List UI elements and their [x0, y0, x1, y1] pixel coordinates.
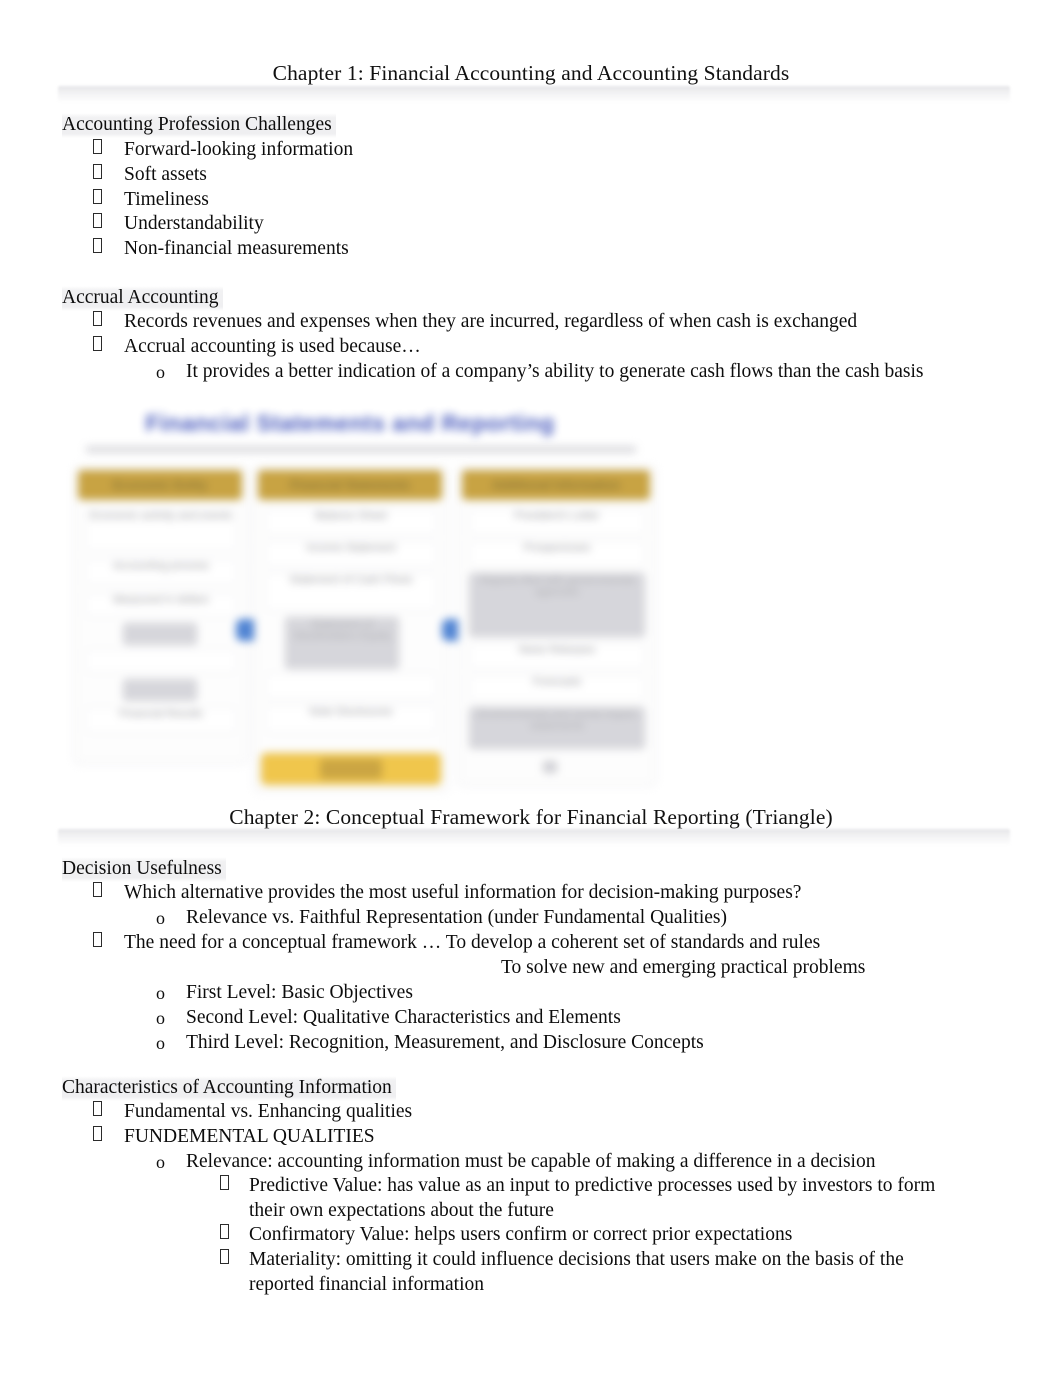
bullet-glyph: [93, 931, 102, 956]
diagram-column-caption: Additional Information: [462, 470, 650, 500]
bullet-text: Non-financial measurements: [124, 238, 349, 259]
bullet-text: Forward-looking information: [124, 139, 354, 160]
diagram-box: News Releases: [469, 643, 645, 669]
diagram-box: Measured in dollars: [85, 593, 237, 617]
sub-bullet-glyph: o: [156, 908, 165, 928]
bullet-text: The need for a conceptual framework … To…: [124, 932, 821, 953]
diagram-column-caption: Economic Entity: [78, 470, 242, 500]
diagram-box: Economic activity and events: [85, 509, 237, 551]
diagram-box: Financial Results: [85, 707, 237, 733]
diagram-box: [265, 673, 437, 699]
diagram-footer-mark: [543, 761, 557, 773]
bullet-text: Which alternative provides the most usef…: [124, 882, 802, 903]
diagram-box: Accounting process: [85, 559, 237, 585]
sub-bullet-text: Second Level: Qualitative Characteristic…: [186, 1007, 621, 1028]
diagram-title: Financial Statements and Reporting: [145, 410, 555, 436]
third-level-glyph: [220, 1248, 229, 1273]
header-title-chapter-1: Chapter 1: Financial Accounting and Acco…: [272, 61, 790, 85]
bullet-glyph: [93, 1125, 102, 1150]
third-level-text: Predictive Value: has value as an input …: [249, 1175, 936, 1221]
section-heading-accounting-profession-challenges: Accounting Profession Challenges: [62, 113, 336, 138]
third-level-glyph: [220, 1174, 229, 1199]
diagram-box: Balance Sheet: [265, 509, 437, 535]
bullet-glyph: [93, 237, 102, 262]
third-level-glyph: [220, 1223, 229, 1248]
bullet-text: Accrual accounting is used because…: [124, 336, 421, 357]
bullet-glyph: [93, 163, 102, 188]
bullet-glyph: [93, 881, 102, 906]
diagram-box: Prospectuses: [469, 541, 645, 567]
section-heading-decision-usefulness: Decision Usefulness: [62, 857, 226, 882]
diagram-gaap-bar: [261, 753, 441, 785]
third-level-text: Materiality: omitting it could influence…: [249, 1249, 904, 1295]
financial-statements-and-reporting-diagram: Financial Statements and Reporting Econo…: [58, 404, 676, 794]
diagram-title-rule: [86, 446, 636, 453]
bullet-text-continuation: To solve new and emerging practical prob…: [501, 957, 866, 978]
diagram-column-financial-statements: Financial Statements Balance Sheet Incom…: [254, 466, 448, 792]
diagram-column-caption: Financial Statements: [258, 470, 442, 500]
bullet-glyph: [93, 310, 102, 335]
sub-bullet-text: It provides a better indication of a com…: [186, 361, 924, 382]
sub-bullet-glyph: o: [156, 362, 165, 382]
diagram-column-economic-entity: Economic Entity Economic activity and ev…: [74, 466, 248, 764]
diagram-box: Income Statement: [265, 541, 437, 567]
bullet-glyph: [93, 335, 102, 360]
diagram-box: Environmental and social impact statemen…: [469, 707, 645, 749]
bullet-glyph: [93, 212, 102, 237]
bullet-text: Understandability: [124, 213, 264, 234]
diagram-box: Statement of Cash Flows: [265, 573, 437, 611]
diagram-box: [85, 649, 237, 673]
diagram-column-additional-information: Additional Information President's Lette…: [458, 466, 656, 786]
diagram-gaap-label: [320, 759, 382, 779]
sub-bullet-text: Relevance: accounting information must b…: [186, 1151, 876, 1172]
bullet-glyph: [93, 1100, 102, 1125]
sub-bullet-text: First Level: Basic Objectives: [186, 982, 413, 1003]
bullet-text: Timeliness: [124, 189, 209, 210]
diagram-connector-block: [123, 623, 197, 645]
sub-bullet-text: Third Level: Recognition, Measurement, a…: [186, 1032, 704, 1053]
header-title-chapter-2: Chapter 2: Conceptual Framework for Fina…: [229, 805, 833, 829]
bullet-text: Records revenues and expenses when they …: [124, 311, 858, 332]
diagram-box: Forecasts: [469, 675, 645, 701]
sub-bullet-text: Relevance vs. Faithful Representation (u…: [186, 907, 727, 928]
header-separator-band-2: [58, 829, 1010, 845]
sub-bullet-glyph: o: [156, 1008, 165, 1028]
document-page: Chapter 1: Financial Accounting and Acco…: [0, 0, 1062, 1377]
bullet-glyph: [93, 188, 102, 213]
third-level-text: Confirmatory Value: helps users confirm …: [249, 1224, 793, 1245]
diagram-box: President's Letter: [469, 509, 645, 535]
bullet-text: FUNDEMENTAL QUALITIES: [124, 1126, 375, 1147]
sub-bullet-glyph: o: [156, 1033, 165, 1053]
page-header: Chapter 1: Financial Accounting and Acco…: [0, 0, 1062, 102]
bullet-text: Fundamental vs. Enhancing qualities: [124, 1101, 413, 1122]
bullet-text: Soft assets: [124, 164, 207, 185]
section-heading-characteristics-of-accounting-information: Characteristics of Accounting Informatio…: [62, 1076, 396, 1101]
diagram-box: Note Disclosures: [265, 705, 437, 733]
diagram-box: Reports filed with governmental agencies: [469, 573, 645, 637]
diagram-connector-block: [123, 679, 197, 701]
diagram-box: Statement of Stockholders Equity: [285, 617, 399, 669]
section-heading-accrual-accounting: Accrual Accounting: [62, 286, 223, 311]
bullet-glyph: [93, 138, 102, 163]
sub-bullet-glyph: o: [156, 1152, 165, 1172]
sub-bullet-glyph: o: [156, 983, 165, 1003]
header-separator-band-1: [58, 86, 1010, 102]
